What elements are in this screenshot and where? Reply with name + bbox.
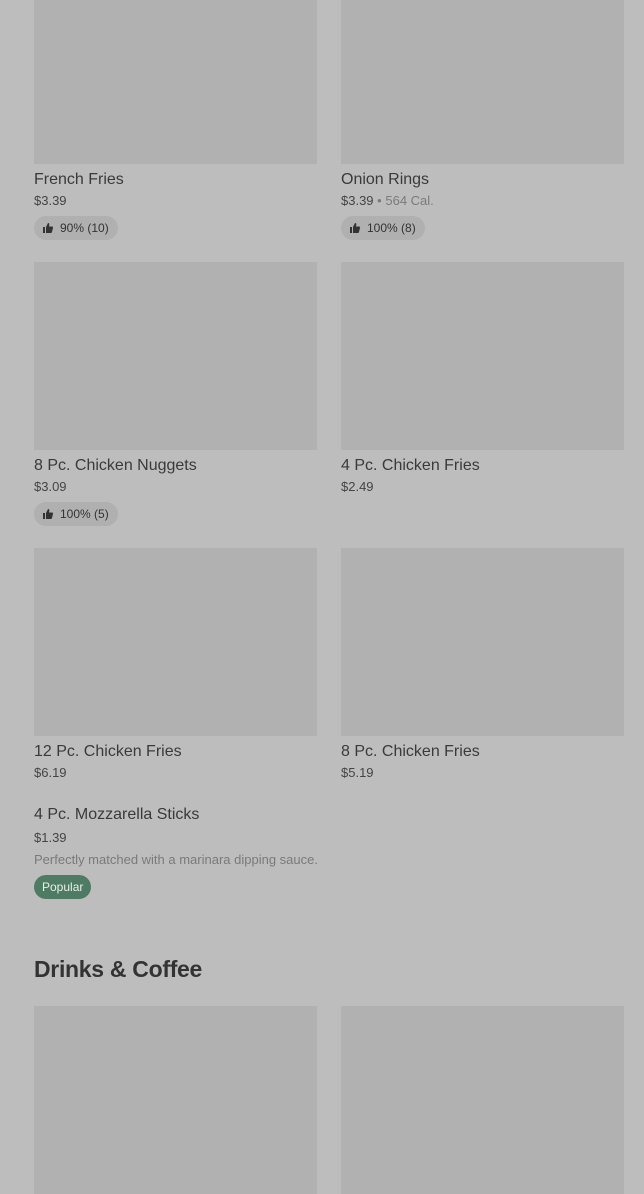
item-image[interactable] xyxy=(341,262,624,450)
menu-item-card[interactable]: 8 Pc. Chicken Fries $5.19 xyxy=(341,548,624,782)
item-price: $2.49 xyxy=(341,478,624,496)
menu-item-card[interactable]: 8 Pc. Chicken Nuggets $3.09 100% (5) xyxy=(34,262,317,526)
item-name: 8 Pc. Chicken Fries xyxy=(341,743,480,760)
thumbs-up-icon xyxy=(43,223,54,233)
section-title-drinks: Drinks & Coffee xyxy=(34,956,203,982)
menu-item-card[interactable]: 4 Pc. Chicken Fries $2.49 xyxy=(341,262,624,496)
price-text: $5.19 xyxy=(341,765,374,780)
price-text: $2.49 xyxy=(341,479,374,494)
rating-text: 100% (5) xyxy=(60,507,109,521)
item-name: 8 Pc. Chicken Nuggets xyxy=(34,457,197,474)
item-name: 12 Pc. Chicken Fries xyxy=(34,743,182,760)
calories-text: 564 Cal. xyxy=(385,193,434,208)
menu-item-card[interactable]: 12 Pc. Chicken Fries $6.19 xyxy=(34,548,317,782)
item-price: $3.09 xyxy=(34,478,317,496)
item-name: French Fries xyxy=(34,171,124,188)
menu-item-card[interactable] xyxy=(34,1006,317,1194)
item-price: $6.19 xyxy=(34,764,317,782)
separator-dot: • xyxy=(377,193,382,208)
thumbs-up-icon xyxy=(43,509,54,519)
item-description: Perfectly matched with a marinara dippin… xyxy=(34,852,318,867)
price-text: $3.09 xyxy=(34,479,67,494)
rating-text: 90% (10) xyxy=(60,221,109,235)
item-name: 4 Pc. Mozzarella Sticks xyxy=(34,806,200,823)
item-price: $3.39 xyxy=(34,192,317,210)
menu-item-card[interactable] xyxy=(341,1006,624,1194)
price-text: $6.19 xyxy=(34,765,67,780)
item-image[interactable] xyxy=(341,548,624,736)
item-name: 4 Pc. Chicken Fries xyxy=(341,457,480,474)
menu-item-featured[interactable]: 4 Pc. Mozzarella Sticks $1.39 Perfectly … xyxy=(34,804,624,899)
thumbs-up-icon xyxy=(350,223,361,233)
item-image[interactable] xyxy=(34,262,317,450)
rating-badge: 100% (8) xyxy=(341,216,425,240)
item-name: Onion Rings xyxy=(341,171,430,188)
item-price: $5.19 xyxy=(341,764,624,782)
popular-badge: Popular xyxy=(34,875,92,899)
item-image[interactable] xyxy=(34,548,317,736)
menu-item-card[interactable]: French Fries $3.39 90% (10) xyxy=(34,0,317,240)
item-price: $3.39 • 564 Cal. xyxy=(341,192,624,210)
price-text: $3.39 xyxy=(34,193,67,208)
item-price: $1.39 xyxy=(34,830,67,845)
item-image[interactable] xyxy=(34,1006,317,1194)
price-text: $3.39 xyxy=(341,193,374,208)
item-image[interactable] xyxy=(341,1006,624,1194)
item-image[interactable] xyxy=(34,0,317,164)
rating-badge: 90% (10) xyxy=(34,216,118,240)
menu-item-card[interactable]: Onion Rings $3.39 • 564 Cal. 100% (8) xyxy=(341,0,624,240)
item-image[interactable] xyxy=(341,0,624,164)
rating-text: 100% (8) xyxy=(367,221,416,235)
rating-badge: 100% (5) xyxy=(34,502,118,526)
